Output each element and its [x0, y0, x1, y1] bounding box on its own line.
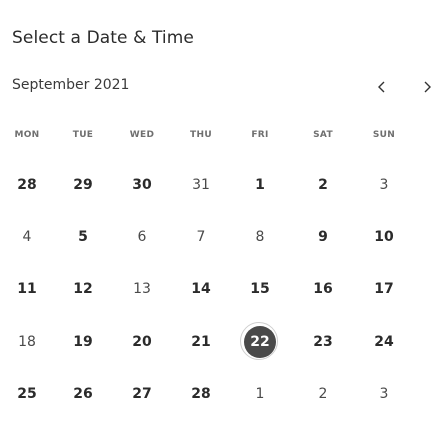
calendar-day[interactable]: 27	[122, 377, 162, 411]
calendar-day[interactable]: 25	[7, 377, 47, 411]
calendar-day[interactable]: 1	[240, 377, 280, 411]
calendar-grid: MON TUE WED THU FRI SAT SUN 28 29 30 31 …	[0, 0, 438, 447]
weekday-header: FRI	[251, 130, 269, 140]
calendar-day[interactable]: 29	[63, 168, 103, 202]
calendar-day[interactable]: 18	[7, 325, 47, 359]
calendar-day[interactable]: 31	[181, 168, 221, 202]
calendar-day[interactable]: 30	[122, 168, 162, 202]
calendar-day[interactable]: 16	[303, 272, 343, 306]
calendar-day[interactable]: 23	[303, 325, 343, 359]
calendar-day[interactable]: 7	[181, 220, 221, 254]
calendar-day[interactable]: 1	[240, 168, 280, 202]
calendar-day[interactable]: 28	[7, 168, 47, 202]
calendar-day[interactable]: 3	[364, 168, 404, 202]
calendar-day[interactable]: 17	[364, 272, 404, 306]
calendar-day[interactable]: 10	[364, 220, 404, 254]
weekday-header: MON	[14, 130, 40, 140]
calendar-day[interactable]: 28	[181, 377, 221, 411]
calendar-day[interactable]: 5	[63, 220, 103, 254]
weekday-header: SAT	[313, 130, 333, 140]
calendar-day[interactable]: 2	[303, 168, 343, 202]
calendar-day[interactable]: 12	[63, 272, 103, 306]
calendar-day[interactable]: 21	[181, 325, 221, 359]
weekday-header: WED	[129, 130, 155, 140]
calendar-day[interactable]: 11	[7, 272, 47, 306]
calendar-day[interactable]: 6	[122, 220, 162, 254]
selected-calendar-day[interactable]: 22	[240, 322, 278, 360]
calendar-day[interactable]: 14	[181, 272, 221, 306]
calendar-day[interactable]: 19	[63, 325, 103, 359]
calendar-day[interactable]: 3	[364, 377, 404, 411]
calendar-day[interactable]: 2	[303, 377, 343, 411]
weekday-header: SUN	[372, 130, 396, 140]
weekday-header: THU	[190, 130, 212, 140]
calendar-day[interactable]: 15	[240, 272, 280, 306]
calendar-day[interactable]: 20	[122, 325, 162, 359]
weekday-header: TUE	[72, 130, 94, 140]
calendar-day[interactable]: 4	[7, 220, 47, 254]
calendar-day[interactable]: 26	[63, 377, 103, 411]
calendar-day[interactable]: 9	[303, 220, 343, 254]
calendar-day[interactable]: 13	[122, 272, 162, 306]
calendar-day[interactable]: 8	[240, 220, 280, 254]
calendar-day[interactable]: 24	[364, 325, 404, 359]
